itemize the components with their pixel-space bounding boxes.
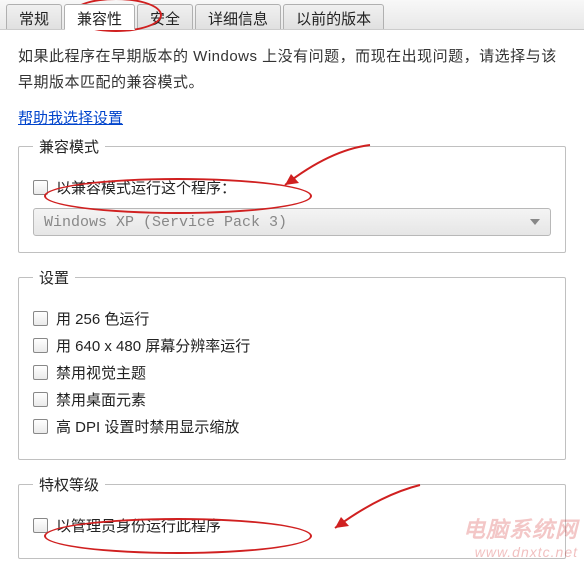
- run-as-admin-checkbox[interactable]: [33, 518, 48, 533]
- privilege-group: 特权等级 以管理员身份运行此程序: [18, 474, 566, 559]
- disable-desktop-comp-label: 禁用桌面元素: [56, 389, 146, 410]
- run-256-colors-checkbox[interactable]: [33, 311, 48, 326]
- tab-content: 如果此程序在早期版本的 Windows 上没有问题，而现在出现问题，请选择与该早…: [0, 30, 584, 587]
- disable-visual-themes-label: 禁用视觉主题: [56, 362, 146, 383]
- settings-group: 设置 用 256 色运行 用 640 x 480 屏幕分辨率运行 禁用视觉主题 …: [18, 267, 566, 460]
- settings-legend: 设置: [33, 267, 75, 288]
- privilege-legend: 特权等级: [33, 474, 105, 495]
- description-text: 如果此程序在早期版本的 Windows 上没有问题，而现在出现问题，请选择与该早…: [18, 44, 566, 95]
- tab-security[interactable]: 安全: [137, 4, 193, 29]
- chevron-down-icon: [530, 219, 540, 225]
- disable-visual-themes-checkbox[interactable]: [33, 365, 48, 380]
- compat-os-value: Windows XP (Service Pack 3): [44, 214, 287, 231]
- compat-mode-group: 兼容模式 以兼容模式运行这个程序： Windows XP (Service Pa…: [18, 136, 566, 253]
- disable-dpi-scaling-checkbox[interactable]: [33, 419, 48, 434]
- run-640x480-label: 用 640 x 480 屏幕分辨率运行: [56, 335, 250, 356]
- tab-compatibility[interactable]: 兼容性: [64, 4, 135, 30]
- disable-desktop-comp-checkbox[interactable]: [33, 392, 48, 407]
- tab-details[interactable]: 详细信息: [195, 4, 281, 29]
- compat-mode-label: 以兼容模式运行这个程序：: [56, 177, 236, 198]
- compat-mode-legend: 兼容模式: [33, 136, 105, 157]
- compat-os-dropdown[interactable]: Windows XP (Service Pack 3): [33, 208, 551, 236]
- help-link[interactable]: 帮助我选择设置: [18, 107, 123, 128]
- tab-general[interactable]: 常规: [6, 4, 62, 29]
- disable-dpi-scaling-label: 高 DPI 设置时禁用显示缩放: [56, 416, 239, 437]
- run-as-admin-label: 以管理员身份运行此程序: [56, 515, 221, 536]
- compat-mode-checkbox[interactable]: [33, 180, 48, 195]
- tab-previous-versions[interactable]: 以前的版本: [283, 4, 384, 29]
- tab-bar: 常规 兼容性 安全 详细信息 以前的版本: [0, 0, 584, 30]
- run-256-colors-label: 用 256 色运行: [56, 308, 149, 329]
- run-640x480-checkbox[interactable]: [33, 338, 48, 353]
